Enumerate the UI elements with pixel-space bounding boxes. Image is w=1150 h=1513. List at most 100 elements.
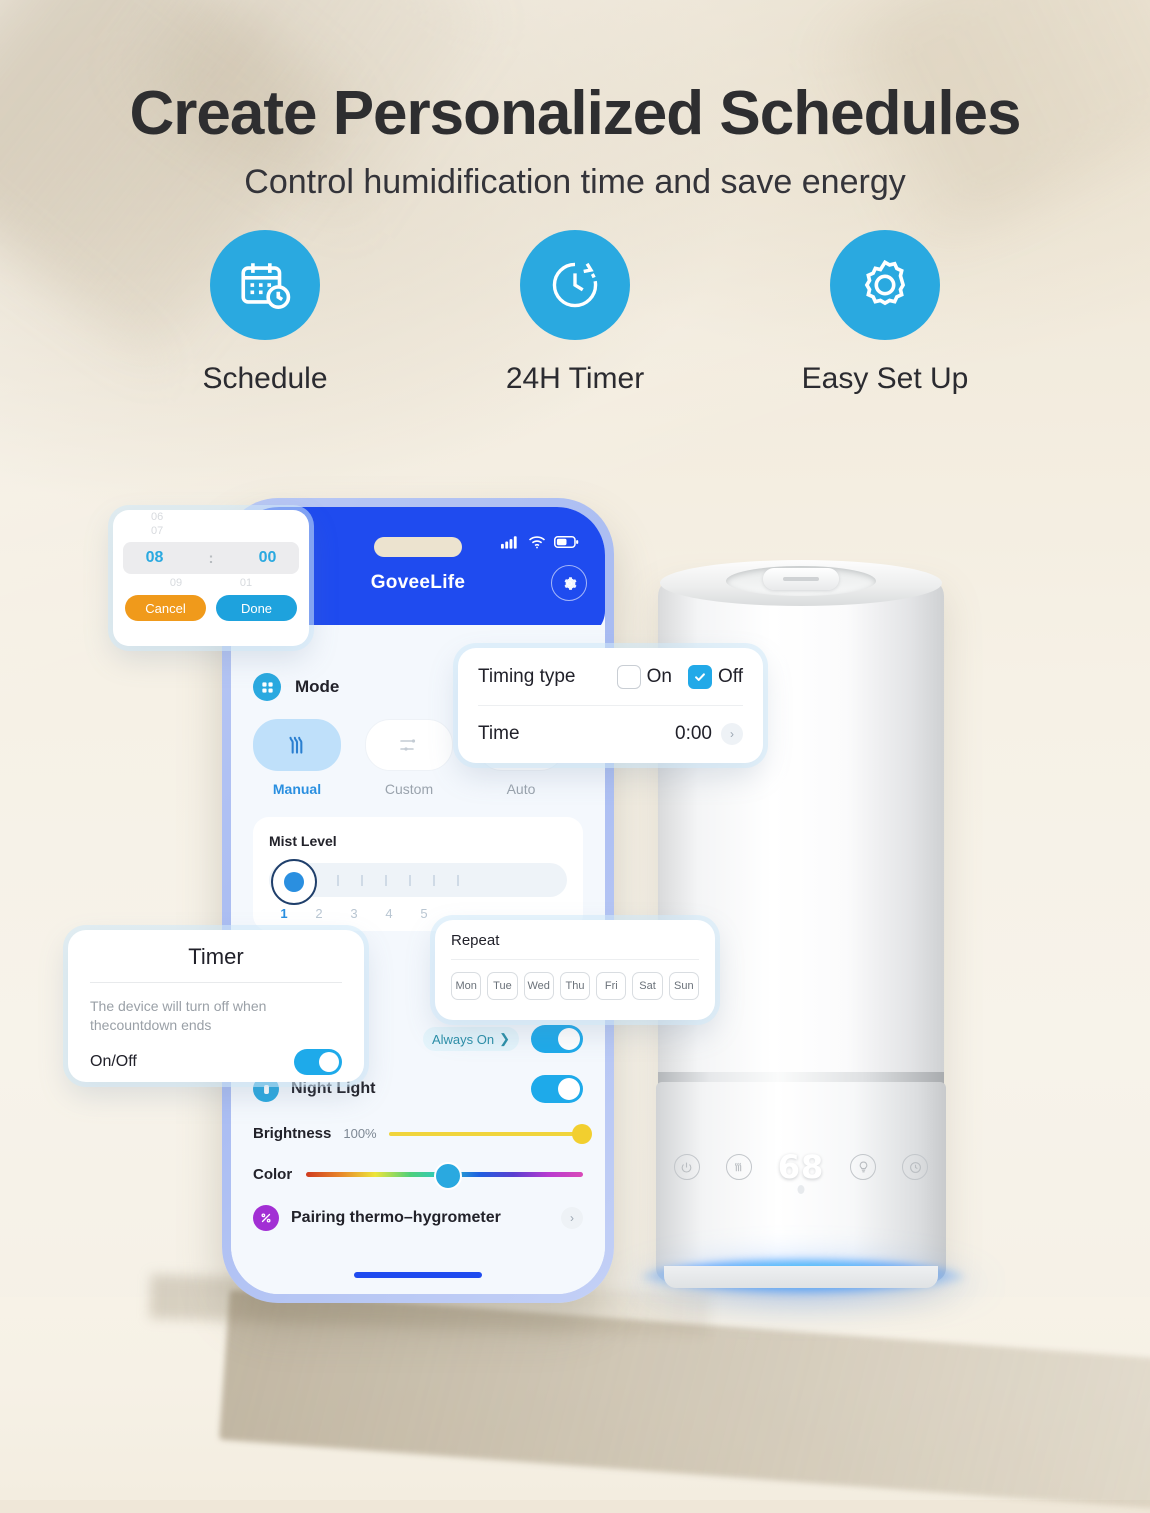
repeat-card: Repeat Mon Tue Wed Thu Fri Sat Sun [435,920,715,1020]
brightness-value: 100% [343,1126,377,1141]
mist-level-card: Mist Level 1 2 3 4 5 [253,817,583,931]
phone-notch [374,537,462,557]
picker-colon: : [208,549,214,567]
repeat-day-fri[interactable]: Fri [596,972,627,1000]
timing-option-off[interactable]: Off [688,664,743,689]
repeat-day-wed[interactable]: Wed [523,972,554,1000]
thermo-hygrometer-icon [253,1205,279,1231]
gear-icon [830,230,940,340]
always-on-label: Always On [431,1031,495,1047]
timing-type-card: Timing type On Off Time 0:00 › [458,648,763,763]
repeat-day-sun[interactable]: Sun [668,972,699,1000]
settings-button[interactable] [551,565,587,601]
timer-toggle[interactable] [294,1049,342,1075]
page-subtitle: Control humidification time and save ene… [244,163,906,201]
repeat-days: Mon Tue Wed Thu Fri Sat Sun [451,972,699,1000]
humidifier-spout [763,568,839,590]
mist-slider-knob[interactable] [271,859,317,905]
timer-toggle-label: On/Off [90,1053,137,1070]
repeat-day-tue[interactable]: Tue [487,972,518,1000]
mode-tab-custom[interactable]: Custom [365,719,453,797]
mist-level-number: 2 [315,906,323,921]
color-label: Color [253,1166,293,1183]
slider-tick [433,874,435,886]
divider [451,959,699,960]
mist-level-scale: 1 2 3 4 5 [269,906,567,921]
picker-minute[interactable]: 00 [259,549,277,567]
slider-tick [409,874,411,886]
power-icon[interactable] [673,1154,700,1180]
mode-tab-label: Manual [272,781,322,797]
timing-type-label: Timing type [478,665,576,687]
picker-ghost-value: 01 [239,577,253,589]
mode-tab-label: Auto [506,781,536,797]
picker-ghost-row: 09 01 [113,577,309,589]
night-light-label: Night Light [291,1080,376,1097]
slider-tick [337,874,339,886]
timer-description: The device will turn off when thecountdo… [90,998,267,1033]
wifi-icon [528,536,546,549]
chevron-right-icon[interactable]: › [561,1207,583,1229]
check-icon [695,672,705,681]
color-row: Color [253,1162,583,1190]
timing-option-on[interactable]: On [616,664,672,689]
humidifier-top [660,560,942,606]
repeat-day-mon[interactable]: Mon [451,972,482,1000]
feature-list: Schedule 24H Timer Easy Set Up [0,230,1150,396]
timing-type-options: On Off [616,664,743,689]
mist-level-number: 1 [280,906,288,921]
pairing-label: Pairing thermo–hygrometer [291,1209,501,1226]
mode-label: Mode [295,677,340,696]
mode-tab-label: Custom [384,781,434,797]
mode-tab-manual[interactable]: Manual [253,719,341,797]
slider-tick [385,874,387,886]
feature-schedule: Schedule [175,230,355,396]
checkbox-on[interactable] [616,664,641,689]
timer-toggle-row: On/Off [90,1049,342,1075]
pairing-row[interactable]: Pairing thermo–hygrometer › [253,1205,583,1231]
picker-selected-row[interactable]: 08 : 00 [123,542,299,574]
mist-indicator-dot [797,1185,805,1194]
chevron-right-icon[interactable]: › [721,723,743,745]
feature-24h-timer: 24H Timer [485,230,665,396]
brightness-slider[interactable] [388,1123,593,1144]
signal-icon [501,536,517,549]
picker-ghost-value: 07 [151,525,164,537]
slider-tick [457,874,459,886]
timing-type-row: Timing type On Off [478,648,743,705]
picker-buttons: Cancel Done [113,589,309,631]
color-slider-knob[interactable] [433,1162,462,1190]
timing-off-label: Off [718,665,743,687]
timing-on-label: On [646,665,672,687]
time-value: 0:00 [675,723,712,744]
device-display-value: 68 [777,1148,825,1186]
cancel-button[interactable]: Cancel [125,595,206,621]
light-icon[interactable] [850,1154,877,1180]
home-indicator [354,1272,482,1278]
time-picker-card: 06 07 08 : 00 09 01 Cancel Done [113,510,309,646]
mist-icon[interactable] [725,1154,752,1180]
clock-arrow-icon [520,230,630,340]
feature-label: 24H Timer [505,362,645,395]
mist-level-slider[interactable] [269,859,567,905]
picker-hour[interactable]: 08 [146,549,164,567]
checkbox-off[interactable] [688,664,712,689]
calendar-clock-icon [210,230,320,340]
time-value-group: 0:00 › [675,723,743,745]
done-button[interactable]: Done [216,595,297,621]
always-on-badge[interactable]: Always On ❯ [422,1027,519,1051]
divider [90,982,342,983]
sliders-icon [365,719,453,771]
time-row[interactable]: Time 0:00 › [478,706,743,762]
time-label: Time [478,723,520,744]
night-light-toggle[interactable] [531,1075,583,1103]
color-slider[interactable] [306,1162,583,1190]
brightness-row: Brightness 100% [253,1123,593,1144]
repeat-day-thu[interactable]: Thu [559,972,591,1000]
slider-tick [361,874,363,886]
always-on-toggle[interactable] [531,1025,583,1053]
grid-dots-icon [253,673,281,701]
repeat-day-sat[interactable]: Sat [632,972,663,1000]
timer-icon[interactable] [902,1154,929,1180]
device-control-panel: 68 [658,1148,944,1186]
